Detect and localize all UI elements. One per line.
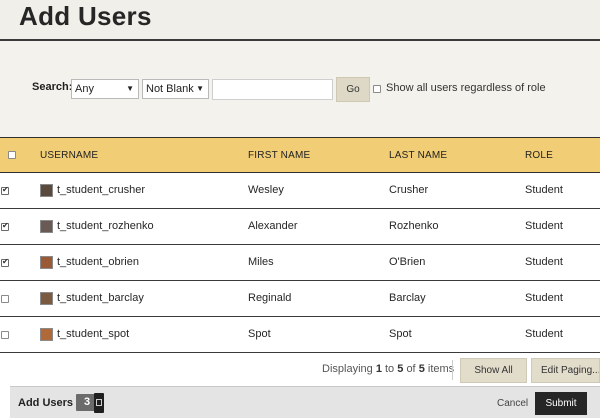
column-header-last-name[interactable]: LAST NAME (389, 150, 447, 161)
search-operator-select[interactable]: Not Blank ▼ (142, 79, 209, 99)
search-panel: Search: Any ▼ Not Blank ▼ Go Show all us… (0, 41, 600, 137)
search-operator-select-value: Not Blank (146, 83, 194, 95)
pager-displaying-text: Displaying (322, 363, 373, 375)
show-all-users-checkbox[interactable] (373, 85, 381, 93)
username-cell: t_student_barclay (57, 292, 144, 304)
pagination-status: Displaying 1 to 5 of 5 items (322, 363, 454, 375)
submit-button[interactable]: Submit (535, 392, 587, 415)
search-label: Search: (32, 81, 73, 93)
row-checkbox[interactable] (1, 221, 9, 231)
column-header-role[interactable]: ROLE (525, 150, 553, 161)
row-checkbox[interactable] (1, 331, 9, 339)
avatar (40, 220, 53, 233)
row-checkbox[interactable] (1, 185, 9, 195)
pager-of-text: of (406, 363, 416, 375)
last-name-cell: Rozhenko (389, 220, 439, 232)
page-title: Add Users (19, 1, 152, 31)
chevron-down-icon: ▼ (196, 84, 204, 93)
role-cell: Student (525, 220, 563, 232)
username-cell: t_student_spot (57, 328, 130, 340)
select-all-checkbox[interactable] (8, 151, 16, 159)
chevron-down-icon: ▼ (126, 84, 134, 93)
show-all-button[interactable]: Show All (460, 358, 527, 383)
last-name-cell: Spot (389, 328, 412, 340)
column-header-username[interactable]: USERNAME (40, 150, 98, 161)
edit-paging-button[interactable]: Edit Paging... (531, 358, 600, 383)
last-name-cell: O'Brien (389, 256, 426, 268)
first-name-cell: Wesley (248, 184, 284, 196)
table-row: t_student_obrien Miles O'Brien Student (0, 245, 600, 281)
username-cell: t_student_rozhenko (57, 220, 154, 232)
table-header: USERNAME FIRST NAME LAST NAME ROLE (0, 137, 600, 173)
table-row: t_student_spot Spot Spot Student (0, 317, 600, 353)
search-input[interactable] (212, 79, 333, 100)
first-name-cell: Reginald (248, 292, 292, 304)
pager-to-text: to (385, 363, 395, 375)
last-name-cell: Barclay (389, 292, 426, 304)
pager-from: 1 (375, 363, 382, 375)
first-name-cell: Spot (248, 328, 271, 340)
avatar (40, 292, 53, 305)
table-row: t_student_barclay Reginald Barclay Stude… (0, 281, 600, 317)
table-row: t_student_crusher Wesley Crusher Student (0, 173, 600, 209)
show-all-users-label: Show all users regardless of role (386, 82, 546, 94)
username-cell: t_student_obrien (57, 256, 139, 268)
pager-items-text: items (427, 363, 455, 375)
go-button[interactable]: Go (336, 77, 370, 102)
pager-to: 5 (397, 363, 404, 375)
role-cell: Student (525, 292, 563, 304)
submit-bar: Add Users 3 Cancel Submit (10, 386, 600, 418)
cancel-button[interactable]: Cancel (491, 396, 534, 412)
avatar (40, 184, 53, 197)
submit-bar-title: Add Users (18, 397, 74, 409)
username-cell: t_student_crusher (57, 184, 146, 196)
pager-divider (452, 360, 453, 380)
first-name-cell: Alexander (248, 220, 298, 232)
search-field-select-value: Any (75, 83, 94, 95)
row-checkbox[interactable] (1, 257, 9, 267)
last-name-cell: Crusher (389, 184, 429, 196)
pager-total: 5 (418, 363, 425, 375)
expand-panel-icon[interactable] (94, 393, 104, 413)
first-name-cell: Miles (248, 256, 274, 268)
row-checkbox[interactable] (1, 295, 9, 303)
avatar (40, 256, 53, 269)
role-cell: Student (525, 328, 563, 340)
role-cell: Student (525, 256, 563, 268)
role-cell: Student (525, 184, 563, 196)
page-header: Add Users (0, 0, 600, 41)
avatar (40, 328, 53, 341)
column-header-first-name[interactable]: FIRST NAME (248, 150, 310, 161)
table-row: t_student_rozhenko Alexander Rozhenko St… (0, 209, 600, 245)
search-field-select[interactable]: Any ▼ (71, 79, 139, 99)
